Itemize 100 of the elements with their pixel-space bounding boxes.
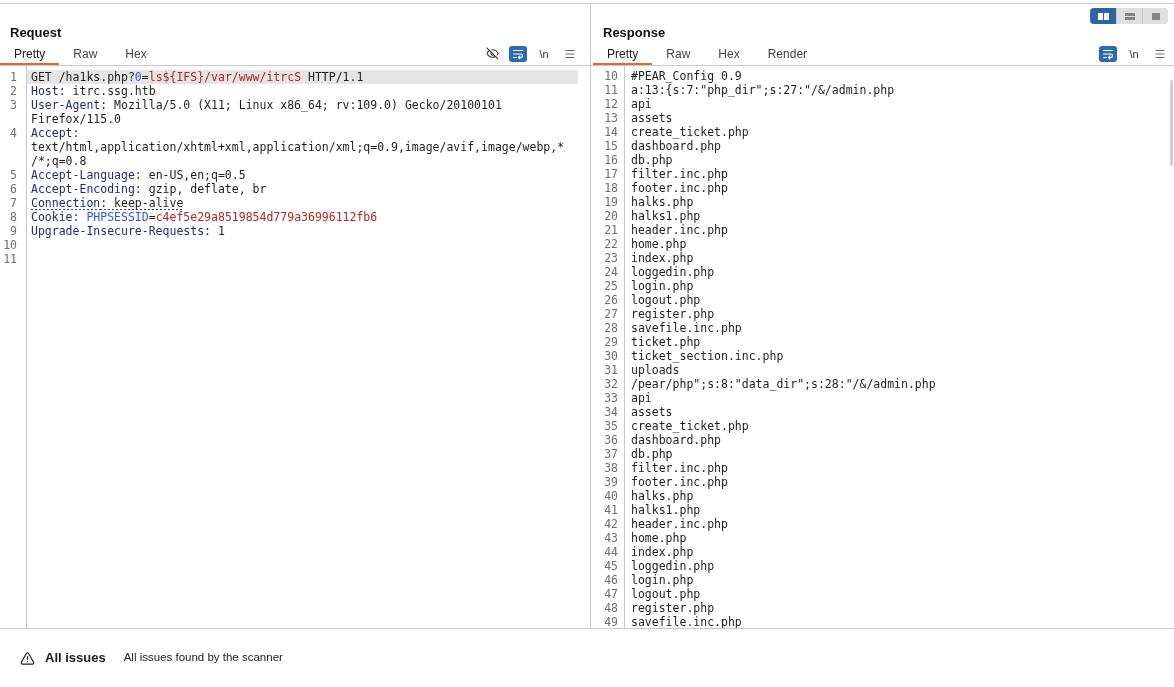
wrap-toggle-button[interactable]: [1099, 45, 1117, 62]
scrollbar-thumb[interactable]: [1170, 80, 1173, 166]
code-line: filter.inc.php: [630, 167, 729, 181]
line-number: 8: [10, 210, 17, 224]
line-number: 26: [604, 293, 618, 307]
line-number: 15: [604, 139, 618, 153]
line-number: 34: [604, 405, 618, 419]
line-number: 9: [10, 224, 17, 238]
code-line: halks1.php: [630, 503, 702, 517]
line-number: 5: [10, 168, 17, 182]
newline-toggle-button[interactable]: \n: [535, 45, 553, 62]
code-line: halks1.php: [630, 209, 702, 223]
view-tab[interactable]: Pretty: [593, 42, 653, 65]
line-number: 20: [604, 209, 618, 223]
line-number: 2: [10, 84, 17, 98]
line-number: 46: [604, 573, 618, 587]
view-tab[interactable]: Hex: [704, 42, 754, 65]
view-tab[interactable]: Raw: [652, 42, 705, 65]
code-line: db.php: [630, 447, 674, 461]
line-number: 29: [604, 335, 618, 349]
hide-toggle-button[interactable]: [483, 45, 501, 62]
view-tab[interactable]: Pretty: [0, 42, 60, 65]
line-number: 45: [604, 559, 618, 573]
line-number: 12: [604, 97, 618, 111]
line-number: 17: [604, 167, 618, 181]
code-line: register.php: [630, 601, 716, 615]
code-line: a:13:{s:7:"php_dir";s:27:"/&/admin.php: [630, 83, 896, 97]
code-line: index.php: [630, 545, 695, 559]
code-line: uploads: [630, 363, 681, 377]
two-rows-icon: [1124, 12, 1135, 20]
code-line: savefile.inc.php: [630, 321, 743, 335]
layout-toggle-button[interactable]: [1090, 8, 1116, 24]
line-number: 16: [604, 153, 618, 167]
code-line: logout.php: [630, 587, 702, 601]
line-number: 7: [10, 196, 17, 210]
line-number: 27: [604, 307, 618, 321]
view-tab[interactable]: Raw: [59, 42, 112, 65]
line-number: 42: [604, 517, 618, 531]
line-number: 18: [604, 181, 618, 195]
line-number: 47: [604, 587, 618, 601]
warning-icon: [20, 650, 35, 666]
wrap-lines-icon: [1102, 47, 1114, 60]
code-line: #PEAR_Config 0.9: [630, 69, 743, 83]
panel-title: Request: [10, 24, 62, 42]
wrap-lines-icon: [512, 47, 524, 60]
code-line: home.php: [630, 531, 688, 545]
code-line: footer.inc.php: [630, 181, 729, 195]
code-line: logout.php: [630, 293, 702, 307]
code-line: db.php: [630, 153, 674, 167]
line-number: 1: [10, 70, 17, 84]
code-line: dashboard.php: [630, 433, 722, 447]
menu-icon: [564, 47, 576, 60]
code-line: register.php: [630, 307, 716, 321]
code-line: dashboard.php: [630, 139, 722, 153]
two-columns-icon: [1097, 12, 1109, 20]
line-number: 48: [604, 601, 618, 615]
line-number: 11: [3, 252, 17, 266]
code-line: ticket_section.inc.php: [630, 349, 785, 363]
line-number: 44: [604, 545, 618, 559]
line-number: 40: [604, 489, 618, 503]
view-tab[interactable]: Render: [753, 42, 822, 65]
line-number: 49: [604, 615, 618, 628]
code-line: header.inc.php: [630, 517, 729, 531]
line-number: 24: [604, 265, 618, 279]
line-number: 36: [604, 433, 618, 447]
code-line: loggedin.php: [630, 559, 716, 573]
code-line: savefile.inc.php: [630, 615, 743, 628]
code-line: ticket.php: [630, 335, 702, 349]
code-line: header.inc.php: [630, 223, 729, 237]
line-number: 39: [604, 475, 618, 489]
line-number: 37: [604, 447, 618, 461]
code-line: index.php: [630, 251, 695, 265]
single-pane-icon: [1151, 12, 1160, 20]
line-number: 25: [604, 279, 618, 293]
wrap-toggle-button[interactable]: [509, 45, 527, 62]
menu-icon: [1154, 47, 1166, 60]
code-line: loggedin.php: [630, 265, 716, 279]
view-tab[interactable]: Hex: [111, 42, 161, 65]
code-line: api: [630, 391, 653, 405]
code-line: api: [630, 97, 653, 111]
code-line: login.php: [630, 573, 695, 587]
issues-title: All issues: [45, 649, 106, 668]
line-number: 10: [3, 238, 17, 252]
line-number: 32: [604, 377, 618, 391]
line-number: 22: [604, 237, 618, 251]
line-number: 30: [604, 349, 618, 363]
panel-title: Response: [603, 24, 666, 42]
code-line: /pear/php";s:8:"data_dir";s:28:"/&/admin.php: [630, 377, 937, 391]
code-line: create_ticket.php: [630, 419, 750, 433]
layout-toggle-button[interactable]: [1142, 8, 1168, 24]
code-line: filter.inc.php: [630, 461, 729, 475]
line-number: 3: [10, 98, 17, 112]
newline-toggle-button[interactable]: \n: [1125, 45, 1143, 62]
line-number: 14: [604, 125, 618, 139]
code-line: halks.php: [630, 195, 695, 209]
code-line: create_ticket.php: [630, 125, 750, 139]
eye-off-icon: [485, 47, 499, 60]
code-line: assets: [630, 405, 674, 419]
line-number: 23: [604, 251, 618, 265]
code-line: halks.php: [630, 489, 695, 503]
